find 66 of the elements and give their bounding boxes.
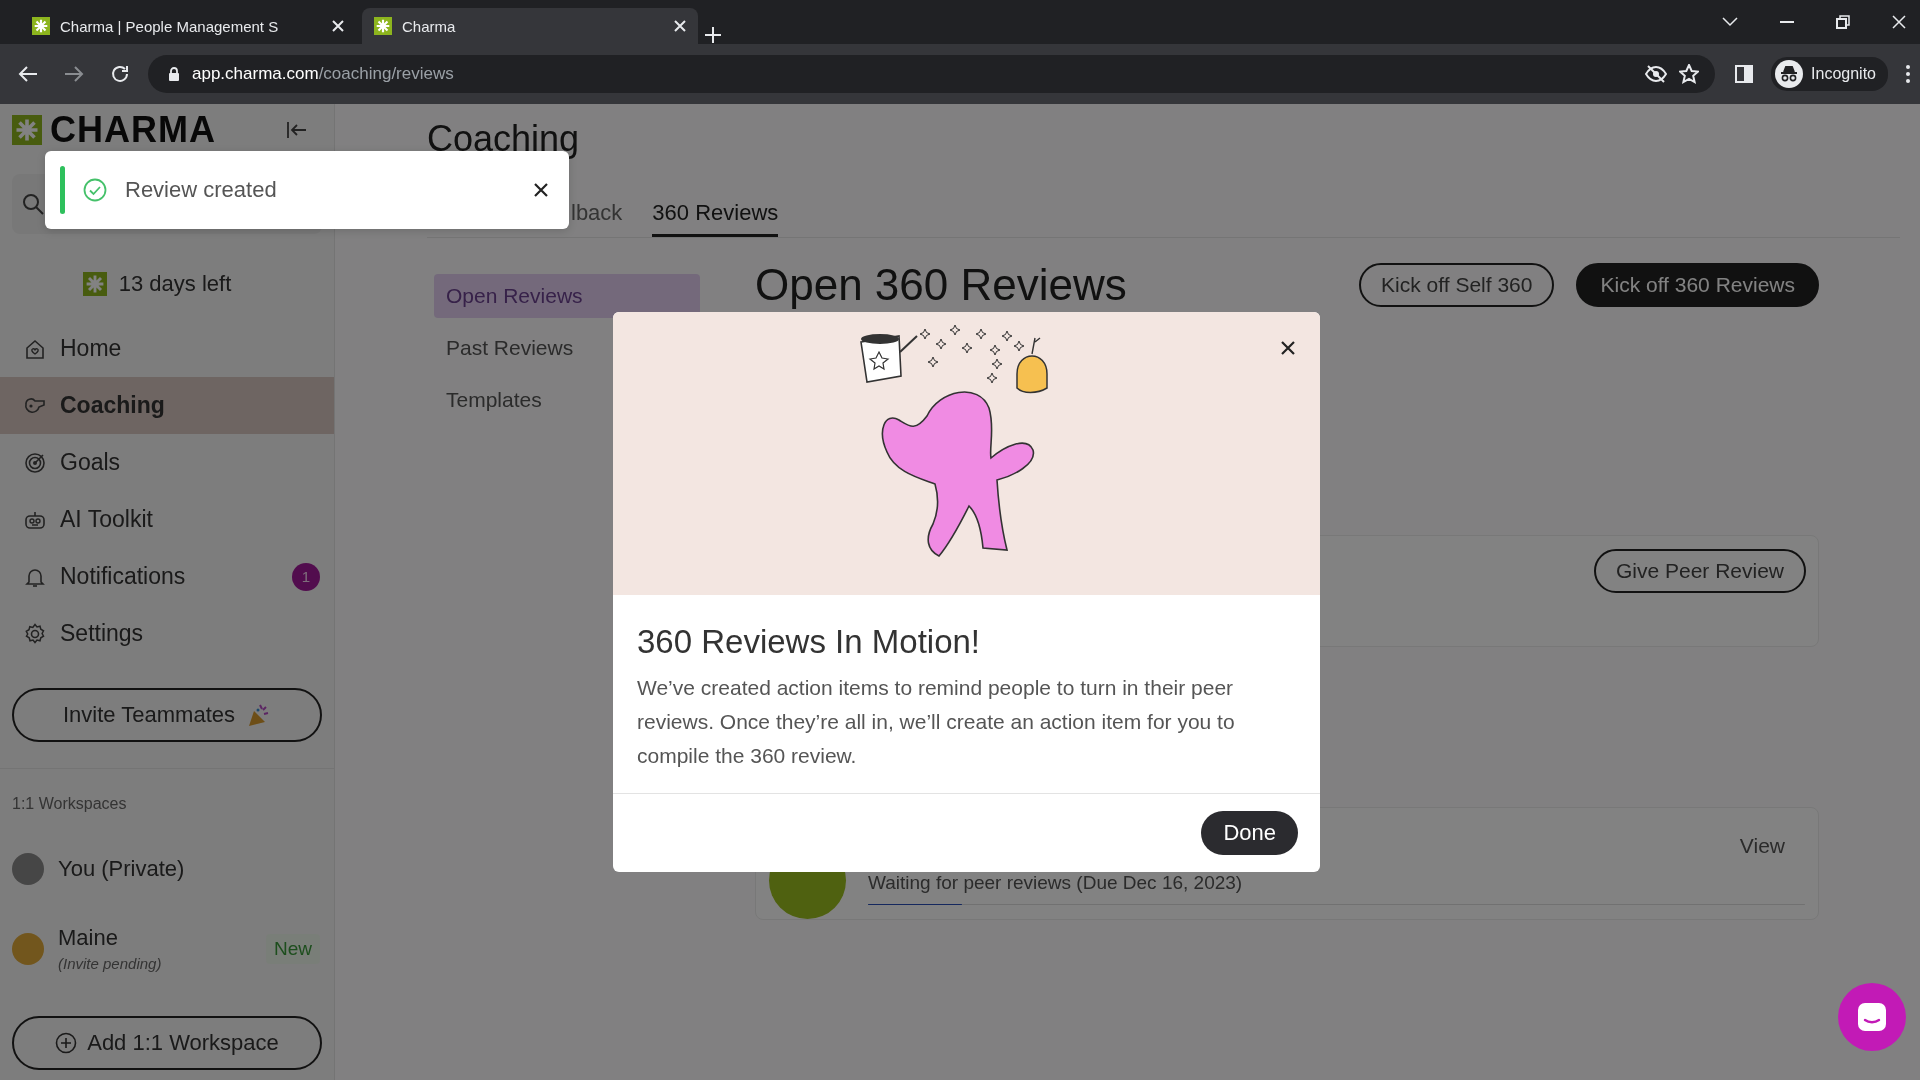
eye-off-icon[interactable]	[1645, 65, 1668, 83]
kickoff-button[interactable]: Kick off 360 Reviews	[1576, 263, 1819, 307]
settings-icon	[24, 622, 46, 645]
menu-icon[interactable]	[1906, 65, 1910, 83]
check-circle-icon	[83, 178, 107, 202]
section-title: Open 360 Reviews	[755, 262, 1128, 308]
invite-button[interactable]: Invite Teammates	[12, 688, 322, 742]
incognito-icon	[1775, 60, 1804, 88]
close-icon	[674, 20, 686, 32]
nav-item[interactable]: Home	[0, 320, 334, 377]
avatar	[12, 853, 44, 885]
nav-item[interactable]: Coaching	[0, 377, 334, 434]
nav-item[interactable]: Settings	[0, 605, 334, 662]
add-workspace-button[interactable]: Add 1:1 Workspace	[12, 1016, 322, 1070]
search-icon	[22, 193, 44, 215]
section-heading: 1:1 Workspaces	[11, 795, 128, 813]
logo-icon	[12, 115, 42, 145]
dialog-title: 360 Reviews In Motion!	[637, 623, 981, 661]
url-text: app.charma.com/coaching/reviews	[192, 64, 454, 84]
tab[interactable]: lback	[571, 194, 623, 237]
favicon-icon	[32, 17, 50, 35]
profile-button[interactable]: Incognito	[1771, 57, 1888, 91]
count-badge: 1	[292, 562, 320, 591]
star-icon[interactable]	[1679, 64, 1700, 84]
done-button[interactable]: Done	[1201, 811, 1298, 855]
nav-item[interactable]: Notifications 1	[0, 548, 334, 605]
restore-icon[interactable]	[1836, 15, 1850, 29]
dialog-message: We’ve created action items to remind people to turn in their peer reviews. Once they’re all in, we’ll create an action item for you to compile the 360 review.	[637, 675, 1236, 769]
address-bar[interactable]: app.charma.com/coaching/reviews	[148, 55, 1716, 93]
charma-icon	[82, 272, 107, 296]
subnav-item[interactable]: Open Reviews	[434, 274, 700, 318]
forward-icon[interactable]	[64, 65, 84, 83]
collapse-icon[interactable]	[286, 121, 308, 139]
reload-icon[interactable]	[110, 64, 130, 84]
new-badge: New	[266, 933, 320, 964]
logo-text: CHARMA	[50, 112, 216, 148]
view-link[interactable]: View	[1739, 822, 1785, 858]
chat-icon	[1856, 1001, 1888, 1033]
close-icon[interactable]	[1280, 340, 1296, 356]
status-text: Waiting for peer reviews (Due Dec 16, 2023)	[868, 872, 1244, 894]
back-icon[interactable]	[18, 65, 38, 83]
nav-item[interactable]: Goals	[0, 434, 334, 491]
trial-text: 13 days left	[118, 271, 232, 297]
tab[interactable]: 360 Reviews	[652, 194, 779, 237]
new-tab-icon[interactable]	[704, 26, 722, 44]
kickoff-button[interactable]: Kick off Self 360	[1359, 263, 1555, 307]
give-peer-review-button[interactable]: Give Peer Review	[1593, 549, 1806, 593]
workspace-name[interactable]: Maine	[58, 925, 252, 951]
nav-item[interactable]: AI Toolkit	[0, 491, 334, 548]
workspace-note: (Invite pending)	[58, 955, 163, 972]
close-icon	[332, 20, 344, 32]
home-icon	[24, 337, 46, 360]
lock-icon	[168, 66, 180, 82]
browser-tab[interactable]: Charma	[362, 8, 698, 44]
target-icon	[24, 451, 46, 474]
page-title: Coaching	[427, 118, 581, 160]
chevron-down-icon[interactable]	[1722, 17, 1738, 27]
browser-tab[interactable]: Charma | People Management S	[20, 8, 356, 44]
accent-bar	[60, 166, 65, 214]
favicon-icon	[374, 17, 392, 35]
side-panel-icon[interactable]	[1735, 65, 1754, 83]
plus-circle-icon	[55, 1032, 78, 1054]
avatar	[12, 932, 44, 965]
close-icon[interactable]	[533, 182, 549, 198]
toast-message: Review created	[125, 177, 278, 203]
workspace-name[interactable]: You (Private)	[58, 856, 320, 882]
